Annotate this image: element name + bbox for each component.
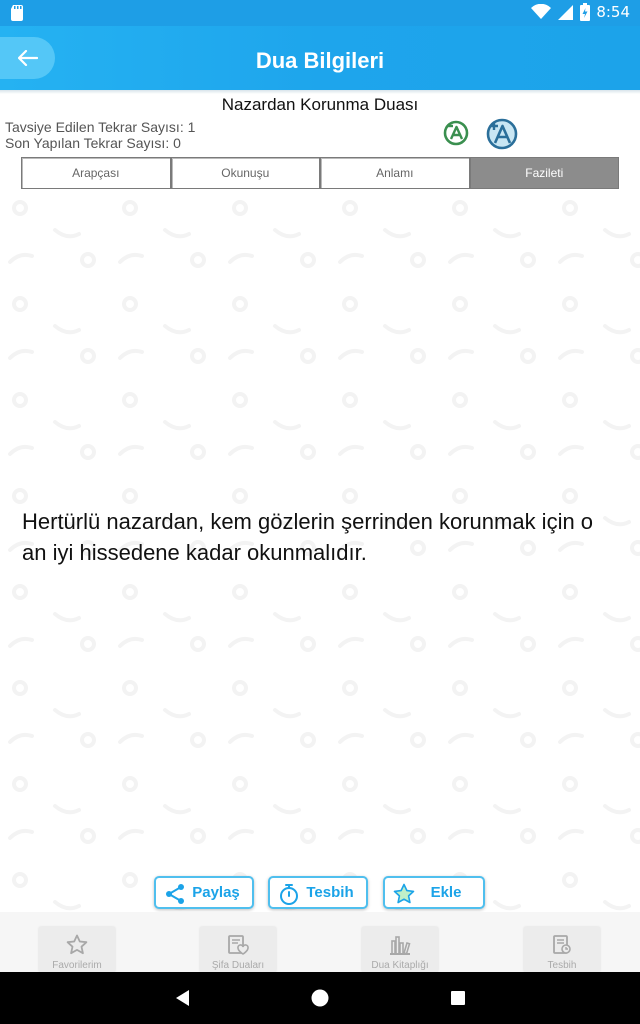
nav-item-tesbih[interactable]: Tesbih <box>524 927 600 972</box>
nav-item-favorilerim[interactable]: Favorilerim <box>39 927 115 972</box>
clock-time: 8:54 <box>596 3 630 21</box>
system-home-icon[interactable] <box>310 988 330 1008</box>
dua-title: Nazardan Korunma Duası <box>221 95 419 114</box>
tesbih-button[interactable]: Tesbih <box>268 876 368 909</box>
nav-label-tesbih: Tesbih <box>547 960 577 971</box>
tab-anlami[interactable]: Anlamı <box>321 158 471 188</box>
tab-okunusu[interactable]: Okunuşu <box>172 158 321 188</box>
font-decrease-icon <box>443 120 469 146</box>
bottom-navigation: Favorilerim Şifa Duaları Dua Kitaplığı T… <box>0 912 640 972</box>
wifi-icon <box>531 4 552 20</box>
heart-book-icon <box>228 935 249 955</box>
add-label: Ekle <box>430 884 462 901</box>
tab-fazileti[interactable]: Fazileti <box>470 158 618 188</box>
tesbih-icon <box>553 935 571 954</box>
last-count: Son Yapılan Tekrar Sayısı: 0 <box>5 135 181 151</box>
system-back-icon[interactable] <box>173 988 193 1008</box>
system-recent-apps-icon[interactable] <box>448 988 468 1008</box>
action-bar: Paylaş Tesbih Ekle <box>0 876 640 909</box>
header-shadow <box>0 90 640 94</box>
star-outline-icon <box>66 934 88 955</box>
app-bar: Dua Bilgileri <box>0 26 640 90</box>
tab-arapcasi[interactable]: Arapçası <box>22 158 172 188</box>
sd-card-icon <box>10 4 24 26</box>
share-label: Paylaş <box>192 884 240 901</box>
tesbih-label: Tesbih <box>306 884 354 901</box>
nav-label-favorilerim: Favorilerim <box>52 960 102 971</box>
status-bar: 8:54 <box>0 0 640 26</box>
page-title: Dua Bilgileri <box>255 48 385 73</box>
nav-label-dua-kitapligi: Dua Kitaplığı <box>371 960 429 971</box>
decrease-font-button[interactable] <box>441 118 471 148</box>
nav-item-sifa-dualari[interactable]: Şifa Duaları <box>200 927 276 972</box>
battery-icon <box>580 3 591 21</box>
share-button[interactable]: Paylaş <box>154 876 254 909</box>
bookshelf-icon <box>390 936 411 955</box>
increase-font-button[interactable] <box>484 116 520 152</box>
signal-icon <box>557 4 574 21</box>
nav-label-sifa-dualari: Şifa Duaları <box>211 960 265 971</box>
recommended-count: Tavsiye Edilen Tekrar Sayısı: 1 <box>5 119 196 135</box>
add-button[interactable]: Ekle <box>383 876 485 909</box>
font-increase-icon <box>486 118 518 150</box>
dua-content-text: Hertürlü nazardan, kem gözlerin şerrinde… <box>22 509 594 565</box>
system-navigation-bar <box>0 972 640 1024</box>
section-tabs: Arapçası Okunuşu Anlamı Fazileti <box>21 157 619 189</box>
nav-item-dua-kitapligi[interactable]: Dua Kitaplığı <box>362 927 438 972</box>
